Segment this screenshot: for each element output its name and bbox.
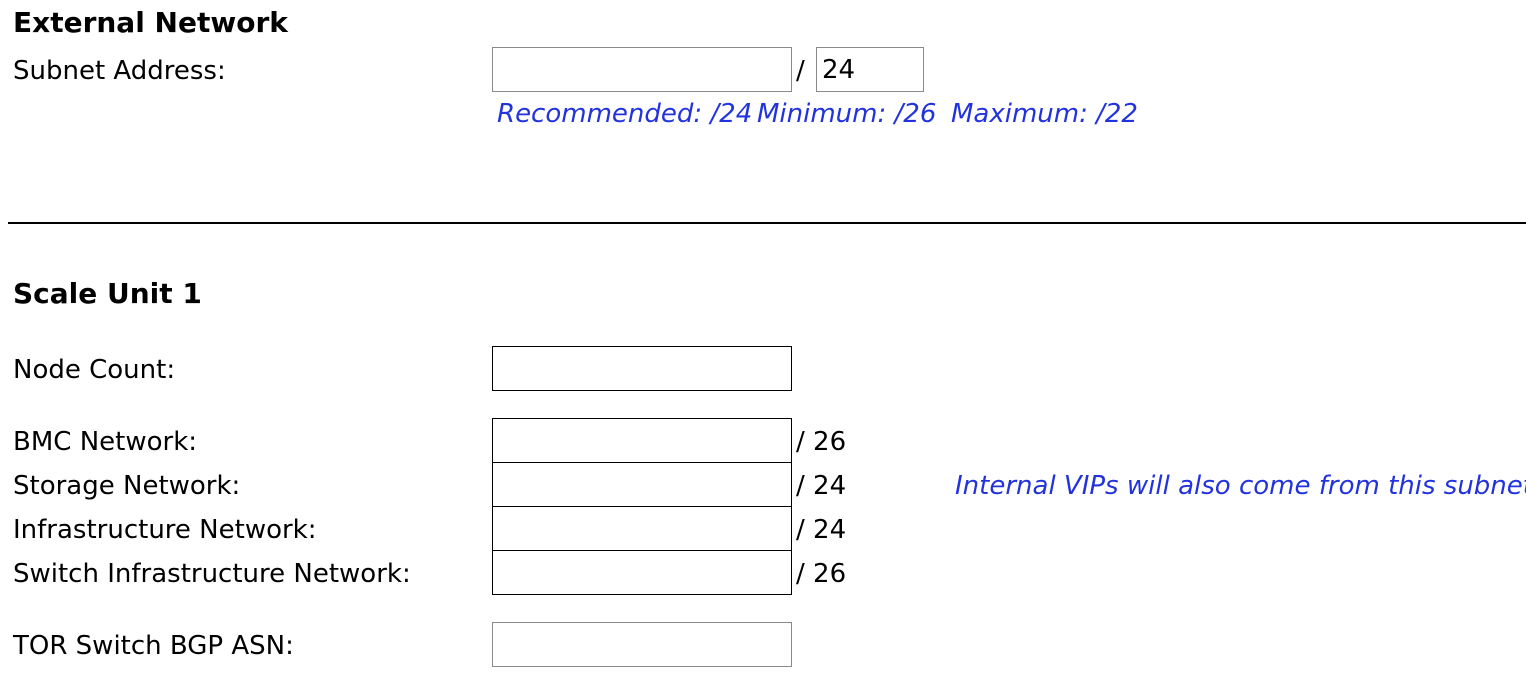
switch-infrastructure-network-input[interactable] — [492, 550, 792, 595]
scale-unit-heading: Scale Unit 1 — [13, 277, 202, 310]
bmc-network-input[interactable] — [492, 418, 792, 463]
hint-minimum: Minimum: /26 — [757, 99, 937, 129]
storage-network-note: Internal VIPs will also come from this s… — [955, 471, 1526, 501]
switch-infrastructure-network-label: Switch Infrastructure Network: — [13, 559, 411, 589]
subnet-prefix-input[interactable] — [816, 47, 924, 92]
storage-network-prefix: / 24 — [796, 471, 847, 501]
bmc-network-label: BMC Network: — [13, 427, 198, 457]
tor-switch-bgp-asn-input[interactable] — [492, 622, 792, 667]
infrastructure-network-label: Infrastructure Network: — [13, 515, 317, 545]
switch-infrastructure-network-prefix: / 26 — [796, 559, 847, 589]
subnet-address-label: Subnet Address: — [13, 56, 226, 86]
subnet-address-input[interactable] — [492, 47, 792, 92]
prefix-separator: / — [796, 56, 805, 86]
hint-recommended: Recommended: /24 — [497, 99, 753, 129]
node-count-input[interactable] — [492, 346, 792, 391]
storage-network-input[interactable] — [492, 462, 792, 507]
hint-maximum: Maximum: /22 — [951, 99, 1138, 129]
infrastructure-network-prefix: / 24 — [796, 515, 847, 545]
section-divider — [8, 222, 1526, 224]
external-network-heading: External Network — [13, 6, 288, 39]
storage-network-label: Storage Network: — [13, 471, 241, 501]
bmc-network-prefix: / 26 — [796, 427, 847, 457]
tor-switch-bgp-asn-label: TOR Switch BGP ASN: — [13, 631, 294, 661]
infrastructure-network-input[interactable] — [492, 506, 792, 551]
node-count-label: Node Count: — [13, 355, 176, 385]
